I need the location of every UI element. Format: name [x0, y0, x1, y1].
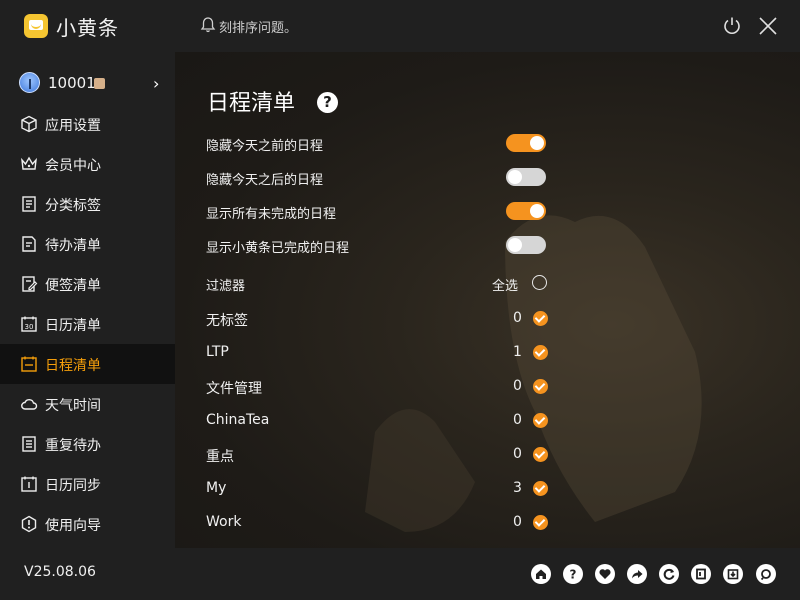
refresh-icon[interactable]	[659, 564, 679, 584]
app-logo-icon	[24, 14, 48, 38]
tag-checkbox[interactable]	[533, 447, 548, 462]
sidebar-item-todo-list[interactable]: 待办清单	[0, 224, 175, 264]
toggle-knob	[530, 136, 544, 150]
filter-label: 过滤器	[206, 279, 246, 294]
tag-count: 3	[513, 480, 522, 496]
calendar-30-icon: 30	[21, 316, 37, 332]
download-icon[interactable]	[723, 564, 743, 584]
tag-count: 0	[513, 514, 522, 530]
sidebar-item-weather-time[interactable]: 天气时间	[0, 384, 175, 424]
tag-checkbox[interactable]	[533, 515, 548, 530]
help-icon[interactable]: ?	[563, 564, 583, 584]
user-id: 10001	[48, 74, 96, 92]
tag-name: LTP	[206, 344, 229, 360]
tag-count: 0	[513, 412, 522, 428]
help-icon[interactable]: ?	[317, 92, 338, 113]
select-all-radio[interactable]	[532, 275, 547, 290]
note-icon	[22, 276, 38, 292]
setting-label: 显示小黄条已完成的日程	[206, 241, 350, 256]
sidebar-item-label: 重复待办	[45, 438, 101, 454]
tag-name: 文件管理	[206, 381, 262, 397]
tag-checkbox[interactable]	[533, 481, 548, 496]
sidebar-item-label: 使用向导	[45, 518, 101, 534]
sidebar: 10001 › 应用设置 会员中心 分类标签 待办清单 便签清单 30 日历清单…	[0, 52, 175, 548]
export-icon[interactable]	[691, 564, 711, 584]
toggle-knob	[508, 170, 522, 184]
list-icon	[22, 196, 36, 212]
bell-icon	[200, 17, 216, 33]
sidebar-item-label: 便签清单	[45, 278, 101, 294]
sidebar-item-membership[interactable]: 会员中心	[0, 144, 175, 184]
tag-name: 重点	[206, 449, 234, 465]
heart-icon[interactable]	[595, 564, 615, 584]
cube-icon	[21, 115, 37, 133]
todo-icon	[22, 236, 36, 252]
tag-checkbox[interactable]	[533, 413, 548, 428]
tag-count: 0	[513, 378, 522, 394]
tag-checkbox[interactable]	[533, 345, 548, 360]
sidebar-item-app-settings[interactable]: 应用设置	[0, 104, 175, 144]
share-icon[interactable]	[627, 564, 647, 584]
tag-name: Work	[206, 514, 242, 530]
repeat-icon	[22, 436, 36, 452]
app-title: 小黄条	[56, 16, 119, 40]
avatar	[19, 72, 40, 93]
crown-icon	[21, 156, 37, 170]
calendar-sync-icon	[21, 476, 37, 492]
tag-name: My	[206, 480, 227, 496]
tag-checkbox[interactable]	[533, 311, 548, 326]
select-all-label[interactable]: 全选	[492, 275, 518, 294]
page-title: 日程清单	[207, 91, 296, 116]
toggle-knob	[530, 204, 544, 218]
toggle-hide-after-today[interactable]	[506, 168, 546, 186]
notice-text: 刻排序问题。	[219, 21, 298, 36]
tag-name: ChinaTea	[206, 412, 270, 428]
sidebar-item-category-tags[interactable]: 分类标签	[0, 184, 175, 224]
sidebar-item-label: 待办清单	[45, 238, 101, 254]
setting-label: 隐藏今天之前的日程	[206, 139, 324, 154]
footer: V25.08.06 ?	[0, 548, 800, 600]
sidebar-item-user-guide[interactable]: 使用向导	[0, 504, 175, 544]
tag-count: 0	[513, 446, 522, 462]
tag-count: 1	[513, 344, 522, 360]
sidebar-item-label: 日历清单	[45, 318, 101, 334]
svg-text:30: 30	[25, 323, 34, 331]
cloud-icon	[21, 399, 38, 410]
badge-icon	[94, 78, 105, 89]
power-icon[interactable]	[721, 15, 743, 37]
tag-name: 无标签	[206, 313, 248, 329]
sidebar-item-label: 应用设置	[45, 118, 101, 134]
sidebar-item-calendar-list[interactable]: 30 日历清单	[0, 304, 175, 344]
toggle-show-completed[interactable]	[506, 236, 546, 254]
sidebar-item-label: 日程清单	[45, 358, 101, 374]
schedule-icon	[21, 356, 37, 372]
setting-label: 隐藏今天之后的日程	[206, 173, 324, 188]
close-icon[interactable]	[757, 15, 779, 37]
sidebar-item-label: 会员中心	[45, 158, 101, 174]
chevron-right-icon: ›	[153, 74, 160, 93]
setting-label: 显示所有未完成的日程	[206, 207, 337, 222]
tag-count: 0	[513, 310, 522, 326]
sidebar-item-calendar-sync[interactable]: 日历同步	[0, 464, 175, 504]
svg-text:?: ?	[570, 568, 577, 582]
toggle-show-all-incomplete[interactable]	[506, 202, 546, 220]
sidebar-item-schedule-list[interactable]: 日程清单	[0, 344, 175, 384]
user-profile[interactable]: 10001 ›	[0, 64, 175, 104]
tag-checkbox[interactable]	[533, 379, 548, 394]
toggle-knob	[508, 238, 522, 252]
sidebar-item-label: 天气时间	[45, 398, 101, 414]
support-icon[interactable]	[756, 564, 776, 584]
toggle-hide-before-today[interactable]	[506, 134, 546, 152]
version-label: V25.08.06	[24, 564, 96, 580]
guide-icon	[21, 515, 37, 533]
home-icon[interactable]	[531, 564, 551, 584]
title-bar: 小黄条 刻排序问题。	[0, 0, 800, 52]
sidebar-item-note-list[interactable]: 便签清单	[0, 264, 175, 304]
main-panel: 日程清单 ? 隐藏今天之前的日程 隐藏今天之后的日程 显示所有未完成的日程 显示…	[175, 52, 800, 548]
sidebar-item-label: 日历同步	[45, 478, 101, 494]
sidebar-item-repeat-todo[interactable]: 重复待办	[0, 424, 175, 464]
sidebar-item-label: 分类标签	[45, 198, 101, 214]
background-image	[365, 215, 702, 532]
